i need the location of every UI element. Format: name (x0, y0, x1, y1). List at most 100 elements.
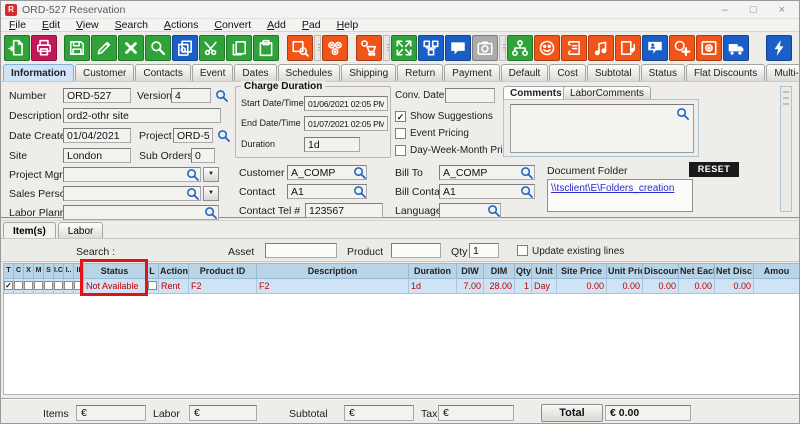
labor-planner-search-icon[interactable] (204, 206, 217, 219)
transfer-clipboard-icon[interactable] (615, 35, 641, 61)
expand-icon[interactable] (391, 35, 417, 61)
report-icon[interactable] (4, 35, 30, 61)
sales-person-search-icon[interactable] (186, 187, 199, 200)
header-cell[interactable]: DIW (457, 264, 484, 279)
header-cell[interactable]: Net Disc (715, 264, 754, 279)
version-search-icon[interactable] (215, 89, 228, 102)
dwm-pricing-checkbox[interactable] (395, 145, 406, 156)
language-search-icon[interactable] (487, 204, 500, 217)
components-icon[interactable] (322, 35, 348, 61)
tab-labor-comments[interactable]: LaborComments (563, 86, 651, 99)
customer-search-icon[interactable] (353, 166, 366, 179)
header-cell[interactable]: Qty (515, 264, 532, 279)
row-cell-net-disc[interactable]: 0.00 (715, 279, 754, 294)
row-cell-site-price[interactable]: 0.00 (557, 279, 607, 294)
tab-status[interactable]: Status (641, 64, 685, 81)
tab-information[interactable]: Information (3, 64, 74, 81)
tab-comments[interactable]: Comments (503, 86, 569, 99)
paste-icon[interactable] (253, 35, 279, 61)
close-button[interactable]: × (779, 2, 785, 18)
row-checkbox-cell[interactable] (64, 279, 74, 294)
row-cell-discount[interactable]: 0.00 (643, 279, 679, 294)
sales-person-field[interactable] (63, 186, 201, 201)
header-cell[interactable]: Unit (532, 264, 557, 279)
camera-icon-dropdown[interactable]: ⋮ (499, 35, 506, 61)
row-cell-net-each[interactable]: 0.00 (679, 279, 715, 294)
comments-box[interactable] (510, 104, 694, 153)
header-cell[interactable]: Action (159, 264, 189, 279)
header-cell[interactable]: Discount (643, 264, 679, 279)
bill-contact-search-icon[interactable] (520, 185, 533, 198)
cut-icon[interactable] (199, 35, 225, 61)
tab-default[interactable]: Default (501, 64, 549, 81)
duplicate-icon[interactable] (172, 35, 198, 61)
total-button[interactable]: Total (541, 404, 603, 422)
project-mgr-search-icon[interactable] (186, 168, 199, 181)
tab-cost[interactable]: Cost (549, 64, 586, 81)
tab-flat-discounts[interactable]: Flat Discounts (686, 64, 765, 81)
header-cell[interactable]: Product ID (189, 264, 257, 279)
product-search-input[interactable] (391, 243, 441, 258)
tab-return[interactable]: Return (397, 64, 443, 81)
search-icon[interactable] (145, 35, 171, 61)
menu-help[interactable]: Help (329, 19, 367, 31)
header-cell[interactable]: T (4, 264, 14, 279)
product-search-icon-dropdown[interactable]: ⋮ (314, 35, 321, 61)
row-cell-description[interactable]: F2 (257, 279, 409, 294)
contract-icon[interactable] (561, 35, 587, 61)
side-splitter[interactable] (780, 86, 792, 212)
folder-link[interactable]: \\tsclient\E\Folders_creation (551, 183, 674, 194)
truck-icon[interactable] (723, 35, 749, 61)
tab-customer[interactable]: Customer (75, 64, 134, 81)
header-cell[interactable]: S (44, 264, 54, 279)
project-search-icon[interactable] (217, 129, 230, 142)
number-field[interactable] (63, 88, 131, 103)
header-cell[interactable]: DIM (484, 264, 515, 279)
comments-search-icon[interactable] (676, 107, 689, 120)
menu-search[interactable]: Search (107, 19, 156, 31)
camera-icon[interactable] (472, 35, 498, 61)
row-checkbox-cell[interactable] (54, 279, 64, 294)
tab-schedules[interactable]: Schedules (278, 64, 341, 81)
version-field[interactable] (171, 88, 211, 103)
header-cell[interactable]: I.C (54, 264, 64, 279)
header-cell[interactable]: II (74, 264, 84, 279)
person-chat-icon[interactable] (642, 35, 668, 61)
tab-multi-curr[interactable]: Multi-Curr (766, 64, 800, 81)
delete-icon[interactable] (118, 35, 144, 61)
row-cell-status[interactable]: Not Available (84, 279, 146, 294)
row-cell-diw[interactable]: 7.00 (457, 279, 484, 294)
tab-payment[interactable]: Payment (444, 64, 499, 81)
conv-date-field[interactable] (445, 88, 495, 103)
header-cell[interactable]: M (34, 264, 44, 279)
product-search-icon[interactable] (287, 35, 313, 61)
duration-field[interactable] (304, 137, 360, 152)
flash-icon[interactable] (766, 35, 792, 61)
update-existing-checkbox[interactable] (517, 245, 528, 256)
tab-labor[interactable]: Labor (58, 222, 104, 239)
menu-pad[interactable]: Pad (294, 19, 329, 31)
edit-icon[interactable] (91, 35, 117, 61)
smiley-icon[interactable] (534, 35, 560, 61)
header-cell[interactable]: Status (84, 264, 146, 279)
sales-person-dropdown[interactable]: ▼ (203, 186, 219, 201)
minimize-button[interactable]: – (722, 2, 728, 18)
bill-to-search-icon[interactable] (520, 166, 533, 179)
row-cell-qty[interactable]: 1 (515, 279, 532, 294)
row-checkbox-cell[interactable] (34, 279, 44, 294)
project-field[interactable] (173, 128, 213, 143)
row-cell-unit[interactable]: Day (532, 279, 557, 294)
row-checkbox-cell[interactable] (44, 279, 54, 294)
description-field[interactable] (63, 108, 221, 123)
header-cell[interactable]: Amou (754, 264, 800, 279)
menu-convert[interactable]: Convert (206, 19, 259, 31)
hierarchy-icon[interactable] (507, 35, 533, 61)
asset-search-input[interactable] (265, 243, 337, 258)
site-field[interactable] (63, 148, 131, 163)
menu-view[interactable]: View (68, 19, 107, 31)
menu-actions[interactable]: Actions (156, 19, 206, 31)
event-pricing-checkbox[interactable] (395, 128, 406, 139)
end-datetime-field[interactable] (304, 116, 388, 131)
labor-planner-field[interactable] (63, 205, 219, 220)
tab-shipping[interactable]: Shipping (341, 64, 396, 81)
